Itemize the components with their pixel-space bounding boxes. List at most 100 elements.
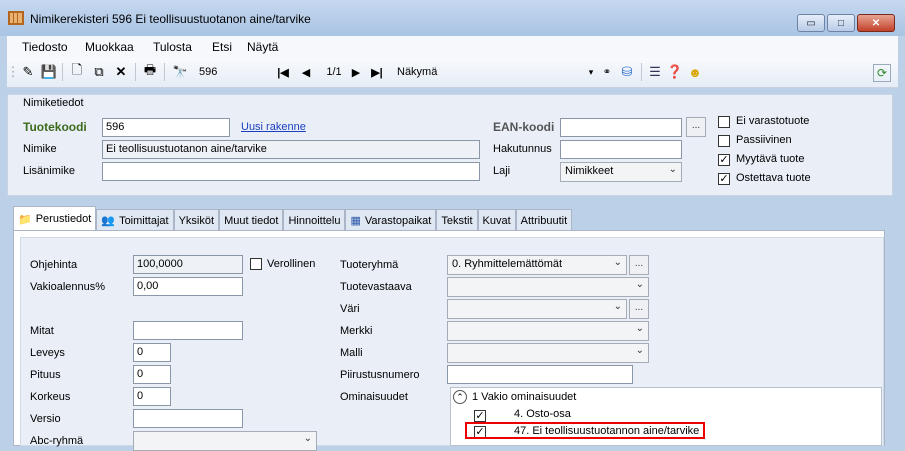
mitat-label: Mitat (30, 325, 54, 337)
copy-icon[interactable]: ⧉ (91, 64, 107, 80)
tuoteryhma-label: Tuoteryhmä (340, 259, 399, 271)
menu-nayta[interactable]: Näytä (247, 40, 278, 54)
tab-muut-tiedot[interactable]: Muut tiedot (219, 209, 284, 231)
minimize-button[interactable]: ▭ (797, 14, 825, 32)
tuoteryhma-browse-button[interactable]: ... (629, 255, 649, 275)
prev-record-icon[interactable]: ◀ (301, 64, 311, 80)
malli-label: Malli (340, 347, 363, 359)
mitat-input[interactable] (133, 321, 243, 340)
list-icon[interactable]: ☰ (647, 64, 663, 80)
delete-icon[interactable]: ✕ (113, 64, 129, 80)
versio-label: Versio (30, 413, 61, 425)
korkeus-input[interactable]: 0 (133, 387, 171, 406)
lisanimike-input[interactable] (102, 162, 480, 181)
menu-bar (7, 36, 898, 58)
record-code[interactable]: 596 (199, 64, 239, 80)
tab-toimittajat[interactable]: 👥 Toimittajat (96, 209, 174, 231)
tab-varastopaikat[interactable]: ▦ Varastopaikat (345, 209, 437, 231)
selection-highlight (465, 422, 705, 439)
laji-value: Nimikkeet (565, 165, 614, 177)
tab-hinnoittelu[interactable]: Hinnoittelu (283, 209, 346, 231)
tab-label: Perustiedot (35, 213, 92, 225)
ominaisuudet-label: Ominaisuudet (340, 391, 408, 403)
abc-select[interactable]: ⌄ (133, 431, 317, 451)
help-icon[interactable]: ❓ (667, 64, 683, 80)
new-structure-link[interactable]: Uusi rakenne (241, 121, 306, 133)
last-record-icon[interactable]: ▶| (371, 64, 383, 80)
tuotevastaava-select[interactable]: ⌄ (447, 277, 649, 297)
abc-label: Abc-ryhmä (30, 435, 84, 447)
tuotekoodi-input[interactable]: 596 (102, 118, 230, 137)
myytava-label: Myytävä tuote (736, 153, 805, 165)
vakioalennus-input[interactable]: 0,00 (133, 277, 243, 296)
next-record-icon[interactable]: ▶ (351, 64, 361, 80)
vari-select[interactable]: ⌄ (447, 299, 627, 319)
verollinen-label: Verollinen (267, 258, 316, 270)
tuoteryhma-value: 0. Ryhmittelemättömät (452, 258, 563, 270)
ohjehinta-label: Ohjehinta (30, 259, 78, 271)
collapse-icon[interactable]: ⌃ (453, 390, 467, 404)
menu-muokkaa[interactable]: Muokkaa (85, 40, 134, 54)
passiivinen-label: Passiivinen (736, 134, 792, 146)
tab-attribuutit[interactable]: Attribuutit (515, 209, 573, 231)
edit-icon[interactable]: ✎ (20, 64, 36, 80)
maximize-button[interactable]: □ (827, 14, 855, 32)
close-button[interactable]: ✕ (857, 14, 895, 32)
korkeus-label: Korkeus (30, 391, 71, 403)
person-icon[interactable]: ☻ (687, 64, 703, 80)
merkki-select[interactable]: ⌄ (447, 321, 649, 341)
tab-perustiedot[interactable]: 📁 Perustiedot (13, 206, 97, 231)
refresh-icon[interactable]: ⟳ (873, 64, 891, 82)
ostettava-label: Ostettava tuote (736, 172, 811, 184)
tree-group-label: 1 Vakio ominaisuudet (472, 391, 577, 403)
vari-browse-button[interactable]: ... (629, 299, 649, 319)
versio-input[interactable] (133, 409, 243, 428)
menu-tiedosto[interactable]: Tiedosto (22, 40, 68, 54)
lisanimike-label: Lisänimike (23, 165, 75, 177)
dropdown-arrow-icon[interactable]: ▾ (587, 64, 595, 80)
tab-kuvat[interactable]: Kuvat (477, 209, 516, 231)
leveys-input[interactable]: 0 (133, 343, 171, 362)
first-record-icon[interactable]: |◀ (277, 64, 289, 80)
laji-select[interactable]: Nimikkeet ⌄ (560, 162, 682, 182)
vakioalennus-label: Vakioalennus% (30, 281, 106, 293)
ei-varastotuote-label: Ei varastotuote (736, 115, 810, 127)
ean-input[interactable] (560, 118, 682, 137)
link-icon[interactable]: ⚭ (599, 64, 615, 80)
ohjehinta-input[interactable]: 100,0000 (133, 255, 243, 274)
database-icon[interactable]: ⛁ (619, 64, 635, 80)
malli-select[interactable]: ⌄ (447, 343, 649, 363)
ean-browse-button[interactable]: ... (686, 117, 706, 137)
view-dropdown[interactable]: Näkymä (397, 64, 577, 80)
ei-varastotuote-checkbox[interactable] (718, 116, 730, 128)
tuoteryhma-select[interactable]: 0. Ryhmittelemättömät ⌄ (447, 255, 627, 275)
grid-icon: ▦ (350, 215, 361, 227)
folder-icon: 📁 (18, 213, 32, 226)
binoculars-icon[interactable]: 🔭 (170, 64, 190, 80)
nimike-input[interactable]: Ei teollisuustuotanon aine/tarvike (102, 140, 480, 159)
menu-tulosta[interactable]: Tulosta (153, 40, 192, 54)
pituus-input[interactable]: 0 (133, 365, 171, 384)
verollinen-checkbox[interactable] (250, 258, 262, 270)
tab-yksikot[interactable]: Yksiköt (173, 209, 220, 231)
window-title: Nimikerekisteri 596 Ei teollisuustuotano… (30, 12, 311, 26)
merkki-label: Merkki (340, 325, 373, 337)
ostettava-checkbox[interactable]: ✓ (718, 173, 730, 185)
hakutunnus-input[interactable] (560, 140, 682, 159)
save-icon[interactable]: 💾 (41, 64, 57, 80)
tuotekoodi-label: Tuotekoodi (23, 120, 87, 134)
passiivinen-checkbox[interactable] (718, 135, 730, 147)
tree-item-checkbox[interactable]: ✓ (474, 410, 486, 422)
chevron-down-icon: ⌄ (613, 301, 622, 312)
toolbar: ⋮ ✎ 💾 🗋 ⧉ ✕ 🖶 🔭 596 |◀ ◀ 1/1 ▶ ▶| Näkymä… (7, 58, 898, 88)
pituus-label: Pituus (30, 369, 61, 381)
chevron-down-icon: ⌄ (635, 345, 644, 356)
myytava-checkbox[interactable]: ✓ (718, 154, 730, 166)
app-icon (8, 11, 24, 25)
menu-etsi[interactable]: Etsi (212, 40, 232, 54)
grip-icon: ⋮ (6, 64, 20, 79)
tab-tekstit[interactable]: Tekstit (436, 209, 478, 231)
piirustusnumero-input[interactable] (447, 365, 633, 384)
print-icon[interactable]: 🖶 (142, 62, 158, 80)
new-icon[interactable]: 🗋 (69, 62, 85, 80)
